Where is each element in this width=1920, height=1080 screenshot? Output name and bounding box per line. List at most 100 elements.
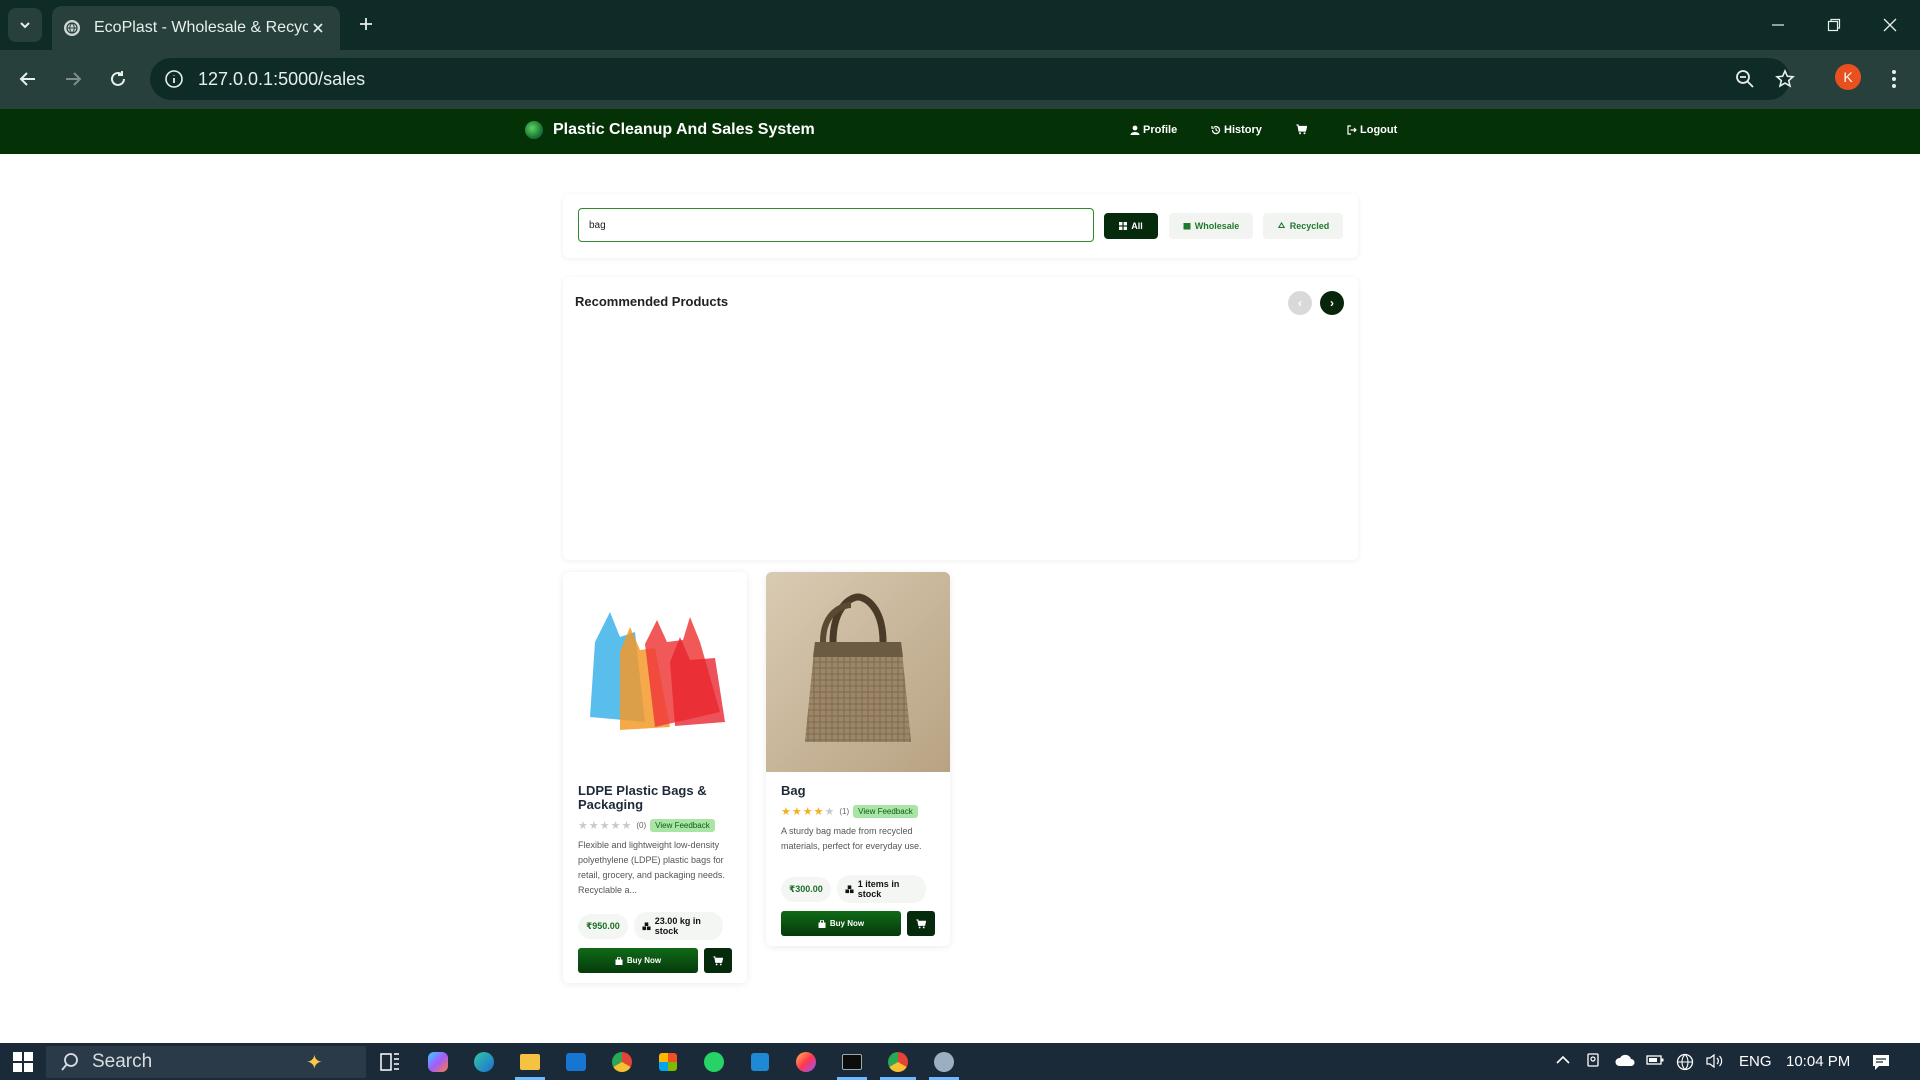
star-icon [1775,69,1795,88]
recycle-globe-logo [525,121,543,139]
terminal-icon[interactable] [839,1049,865,1075]
back-button[interactable] [13,64,43,94]
tab-title: EcoPlast - Wholesale & Recycled [94,19,308,36]
stock-badge: 1 items in stock [836,875,926,903]
tab-strip: EcoPlast - Wholesale & Recycled [0,0,1920,50]
clock[interactable]: 10:04 PM [1786,1053,1850,1070]
url-text[interactable]: 127.0.0.1:5000/sales [198,69,365,90]
product-image[interactable] [563,572,747,772]
filter-all-label: All [1131,221,1143,231]
plastic-bags-image [590,612,725,730]
profile-avatar[interactable]: K [1835,64,1861,90]
cart-icon [713,955,723,965]
product-meta: ₹300.00 1 items in stock [781,875,935,903]
nav-profile-label: Profile [1143,124,1178,136]
chevron-up-icon[interactable] [1555,1053,1571,1070]
search-icon [61,1053,78,1071]
app-navbar: Plastic Cleanup And Sales System Profile… [0,109,1920,154]
arrow-left-icon [19,72,35,86]
cart-icon [916,918,926,928]
zoom-out-icon [1736,70,1754,88]
chrome-icon[interactable] [609,1049,635,1075]
edge-icon[interactable] [471,1049,497,1075]
carousel-prev-button[interactable]: ‹ [1288,291,1312,315]
task-view-icon[interactable] [377,1049,403,1075]
nav-cart[interactable] [1296,124,1307,135]
buy-now-button[interactable]: Buy Now [578,948,698,973]
battery-icon[interactable] [1646,1053,1664,1070]
windows-icon [13,1052,33,1072]
window-close-button[interactable] [1862,0,1918,50]
filter-all-button[interactable]: All [1104,213,1158,239]
filter-wholesale-button[interactable]: Wholesale [1169,213,1253,239]
address-bar[interactable]: 127.0.0.1:5000/sales [150,58,1790,100]
browser-menu-button[interactable] [1879,64,1909,94]
product-price: ₹950.00 [578,913,628,939]
stock-text: 23.00 kg in stock [654,916,701,936]
stock-text: 1 items in stock [857,879,900,899]
zoom-button[interactable] [1730,64,1760,94]
bookmark-button[interactable] [1770,64,1800,94]
brand[interactable]: Plastic Cleanup And Sales System [525,121,815,139]
add-to-cart-button[interactable] [907,911,935,936]
app-icon[interactable] [931,1049,957,1075]
globe-icon[interactable] [1676,1053,1694,1075]
browser-tab[interactable]: EcoPlast - Wholesale & Recycled [52,6,340,50]
browser-toolbar: 127.0.0.1:5000/sales K [0,50,1920,109]
tote-bag-image [805,593,911,742]
star-icon: ★ [802,806,813,818]
reload-button[interactable] [103,64,133,94]
star-icon: ★ [621,820,632,832]
boxes-icon [845,884,854,893]
star-icon: ★ [791,806,802,818]
forward-button[interactable] [58,64,88,94]
filter-recycled-button[interactable]: Recycled [1263,213,1343,239]
product-card: Bag ★ ★ ★ ★ ★ (1) View Feedback A sturdy… [766,572,950,946]
cart-icon [1296,124,1307,135]
vscode-icon[interactable] [747,1049,773,1075]
firefox-icon[interactable] [793,1049,819,1075]
store-icon[interactable] [655,1049,681,1075]
kebab-menu-icon [1892,70,1896,88]
add-to-cart-button[interactable] [704,948,732,973]
close-icon[interactable] [308,18,328,38]
site-info-icon[interactable] [164,69,184,89]
view-feedback-button[interactable]: View Feedback [650,819,715,832]
taskbar-search[interactable]: Search ✦ [46,1046,366,1078]
product-image[interactable] [766,572,950,772]
camera-icon[interactable] [1587,1053,1603,1071]
nav-history[interactable]: History [1211,124,1262,136]
nav-logout-label: Logout [1360,124,1398,136]
notifications-icon[interactable] [1871,1053,1891,1075]
cloud-icon[interactable] [1614,1053,1636,1071]
copilot-icon[interactable] [425,1049,451,1075]
star-icon: ★ [813,806,824,818]
new-tab-button[interactable] [354,12,378,36]
whatsapp-icon[interactable] [701,1049,727,1075]
buy-now-button[interactable]: Buy Now [781,911,901,936]
product-name[interactable]: Bag [781,784,935,798]
filter-recycled-label: Recycled [1289,221,1330,231]
start-button[interactable] [10,1049,36,1075]
plus-icon [360,18,372,30]
carousel-next-button[interactable]: › [1320,291,1344,315]
product-price: ₹300.00 [781,876,831,902]
tab-search-button[interactable] [8,8,42,42]
boxes-icon [642,921,651,930]
language-indicator[interactable]: ENG [1739,1053,1772,1070]
restore-button[interactable] [1806,0,1862,50]
star-icon: ★ [824,806,835,818]
outlook-icon[interactable] [563,1049,589,1075]
product-search-input[interactable] [578,208,1094,242]
nav-profile[interactable]: Profile [1130,124,1177,136]
star-icon: ★ [610,820,621,832]
chrome-active-icon[interactable] [885,1049,911,1075]
globe-icon [64,20,80,36]
rating-row: ★ ★ ★ ★ ★ (1) View Feedback [781,805,935,818]
nav-logout[interactable]: Logout [1347,124,1397,136]
product-name[interactable]: LDPE Plastic Bags & Packaging [578,784,732,812]
view-feedback-button[interactable]: View Feedback [853,805,918,818]
volume-icon[interactable] [1705,1053,1725,1073]
minimize-button[interactable] [1750,0,1806,50]
file-explorer-icon[interactable] [517,1049,543,1075]
